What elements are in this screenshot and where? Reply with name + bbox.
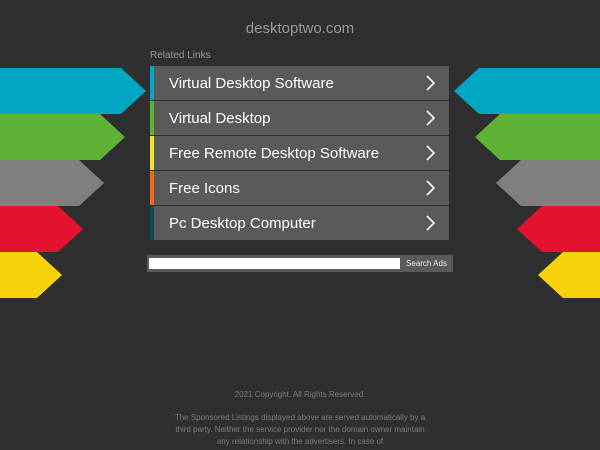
left-arrow-gray	[0, 160, 104, 206]
related-link-label: Free Remote Desktop Software	[169, 144, 380, 162]
chevron-right-icon	[419, 142, 441, 164]
disclaimer-text: The Sponsored Listings displayed above a…	[174, 413, 426, 446]
right-arrow-green	[475, 114, 600, 160]
related-links-list: Virtual Desktop Software Virtual Desktop…	[150, 66, 449, 241]
left-arrow-yellow	[0, 252, 62, 298]
related-link-virtual-desktop-software[interactable]: Virtual Desktop Software	[150, 66, 449, 100]
related-link-label: Virtual Desktop	[169, 109, 271, 127]
chevron-right-icon	[419, 177, 441, 199]
right-arrow-gray	[496, 160, 600, 206]
chevron-right-icon	[419, 212, 441, 234]
site-title: desktoptwo.com	[245, 20, 355, 37]
related-link-label: Free Icons	[169, 179, 240, 197]
related-link-label: Virtual Desktop Software	[169, 74, 334, 92]
related-link-pc-desktop-computer[interactable]: Pc Desktop Computer	[150, 206, 449, 240]
related-link-label: Pc Desktop Computer	[169, 214, 316, 232]
related-link-free-remote-desktop-software[interactable]: Free Remote Desktop Software	[150, 136, 449, 170]
right-arrow-red	[517, 206, 600, 252]
copyright-text: 2021 Copyright. All Rights Reserved.	[234, 390, 366, 399]
right-arrow-cyan	[454, 68, 600, 114]
related-link-virtual-desktop[interactable]: Virtual Desktop	[150, 101, 449, 135]
chevron-right-icon	[419, 107, 441, 129]
chevron-right-icon	[419, 72, 441, 94]
related-link-free-icons[interactable]: Free Icons	[150, 171, 449, 205]
related-links-heading: Related Links	[150, 50, 211, 61]
search-input[interactable]	[149, 258, 400, 269]
right-arrow-yellow	[538, 252, 600, 298]
left-arrow-cyan	[0, 68, 146, 114]
search-bar: Search Ads	[147, 255, 453, 272]
left-arrow-red	[0, 206, 83, 252]
left-arrow-green	[0, 114, 125, 160]
search-ads-button[interactable]: Search Ads	[400, 255, 453, 272]
